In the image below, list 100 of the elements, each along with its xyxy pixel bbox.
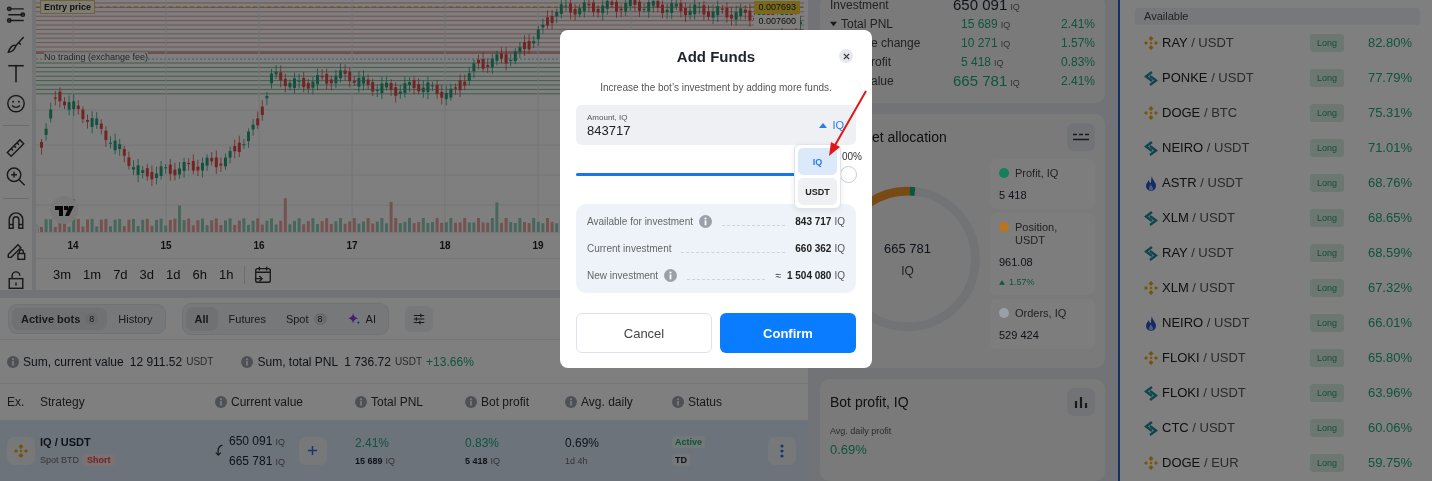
stat-percent: 1.57% <box>1060 35 1095 50</box>
chart-toggle-button[interactable] <box>1067 388 1095 416</box>
unit-label: IQ <box>1010 2 1020 12</box>
legend-label: Profit, IQ <box>1015 167 1059 180</box>
arrows-logo-icon <box>1143 69 1159 86</box>
unit-label: USDT <box>186 356 214 367</box>
timeframe-button[interactable]: 7d <box>108 264 133 285</box>
zoom-in-icon[interactable] <box>5 166 27 188</box>
arrows-logo-icon <box>1143 244 1159 261</box>
axis-date-label: 16 <box>252 240 266 251</box>
tradingview-logo-icon[interactable] <box>50 196 78 224</box>
legend-label: Orders, IQ <box>1015 307 1067 320</box>
filter-tab[interactable]: Spot 8 <box>276 306 336 331</box>
detail-value: 660 362 <box>795 243 832 254</box>
unit-label: IQ <box>275 456 285 467</box>
detail-label: Current investment <box>587 243 672 254</box>
text-icon[interactable] <box>5 63 27 85</box>
bots-tab[interactable]: History <box>109 307 162 330</box>
timeframe-button[interactable]: 3d <box>134 264 160 285</box>
up-caret-icon <box>999 279 1005 285</box>
column-header: Ex. <box>7 395 25 409</box>
percent-value: 60.06% <box>1366 420 1413 435</box>
timeframe-button[interactable]: 1d <box>161 264 186 285</box>
legend-value: 5 418 <box>999 189 1028 201</box>
percent-value: 75.31% <box>1366 105 1413 120</box>
filter-tab[interactable]: Futures <box>219 306 275 331</box>
pair-name: NEIRO / USDT <box>1162 140 1251 155</box>
value-text: 15 689 <box>355 455 383 466</box>
legend-value: 529 424 <box>999 329 1040 341</box>
axis-date-label: 18 <box>438 240 452 251</box>
column-header: Status <box>688 395 723 409</box>
legend-toggle-button[interactable] <box>1067 122 1095 151</box>
avg-profit-value: 0.69% <box>830 442 868 457</box>
arrows-logo-icon <box>1143 419 1159 436</box>
unit-label: IQ <box>1010 78 1020 88</box>
stat-value: 5 418 <box>961 54 992 69</box>
field-value: 843717 <box>587 122 631 138</box>
close-button[interactable] <box>839 49 853 63</box>
cancel-button[interactable]: Cancel <box>576 313 712 353</box>
timeframe-button[interactable]: 3m <box>48 264 77 285</box>
axis-date-label: 14 <box>66 240 80 251</box>
plus-icon <box>307 445 319 456</box>
percent-value: 2.41% <box>355 435 390 450</box>
brush-icon[interactable] <box>5 34 27 56</box>
pair-name: ASTR / USDT <box>1162 175 1244 190</box>
info-icon[interactable] <box>699 215 712 228</box>
summary-label: Sum, total PNL <box>257 354 339 369</box>
filter-tab[interactable]: AI <box>337 306 385 331</box>
count-badge: 8 <box>313 312 327 325</box>
side-badge: Long <box>1310 313 1344 332</box>
detail-label: Available for investment <box>587 216 693 227</box>
unit-label: IQ <box>1000 38 1011 49</box>
filter-settings-button[interactable] <box>404 305 433 332</box>
bots-tab[interactable]: Active bots 8 <box>12 307 108 330</box>
info-icon[interactable] <box>664 269 678 282</box>
percent-value: 71.01% <box>1366 140 1413 155</box>
timeframe-button[interactable]: 1h <box>214 264 239 285</box>
currency-select[interactable]: IQ <box>819 119 844 131</box>
timeframe-button[interactable]: 6h <box>187 264 212 285</box>
approx-sign: ≈ <box>775 270 781 281</box>
caret-icon[interactable] <box>830 20 837 27</box>
percent-value: 59.75% <box>1366 455 1413 470</box>
pair-name: NEIRO / USDT <box>1162 315 1251 330</box>
price-label: 0.007693 <box>754 1 800 14</box>
side-badge: Long <box>1310 418 1344 437</box>
list-header: Available <box>1135 8 1420 25</box>
total-value: 665 781 <box>884 240 931 256</box>
entry-price-label: Entry price <box>40 0 96 14</box>
dialog-subtitle: Increase the bot’s investment by adding more funds. <box>599 82 833 95</box>
unit-label: USDT <box>394 356 423 367</box>
filter-tab[interactable]: All <box>185 306 218 331</box>
slider-reading: 00% <box>842 151 862 162</box>
ruler-icon[interactable] <box>5 136 27 159</box>
side-badge: Long <box>1310 173 1344 192</box>
currency-option[interactable]: IQ <box>798 148 837 175</box>
smiley-icon[interactable] <box>5 92 27 114</box>
calendar-icon[interactable] <box>253 264 274 285</box>
sparkle-icon <box>346 311 361 326</box>
stat-value: 10 271 <box>961 35 998 50</box>
side-badge: Long <box>1310 68 1344 87</box>
status-badge: Active <box>672 435 705 448</box>
arrows-logo-icon <box>1143 139 1159 156</box>
timeframe-button[interactable]: 1m <box>78 264 107 285</box>
percent-value: 65.80% <box>1366 350 1413 365</box>
currency-option[interactable]: USDT <box>798 178 837 205</box>
legend-value: 961.08 <box>999 256 1034 268</box>
percent-value: 66.01% <box>1366 315 1413 330</box>
side-badge: Long <box>1310 278 1344 297</box>
binance-logo-icon <box>1143 349 1159 366</box>
percent-value: 68.65% <box>1366 210 1413 225</box>
confirm-button[interactable]: Confirm <box>720 313 856 353</box>
arrows-logo-icon <box>1143 209 1159 226</box>
column-header: Current value <box>231 395 304 409</box>
amount-field[interactable]: Amount, IQ 843717 IQ <box>576 105 856 145</box>
percent-value: 0.83% <box>465 435 500 450</box>
percent-value: 77.79% <box>1366 70 1413 85</box>
side-badge: Long <box>1310 208 1344 227</box>
bar-chart-icon <box>1074 395 1088 409</box>
binance-logo-icon <box>1143 454 1159 471</box>
stat-percent: 2.41% <box>1060 16 1095 31</box>
